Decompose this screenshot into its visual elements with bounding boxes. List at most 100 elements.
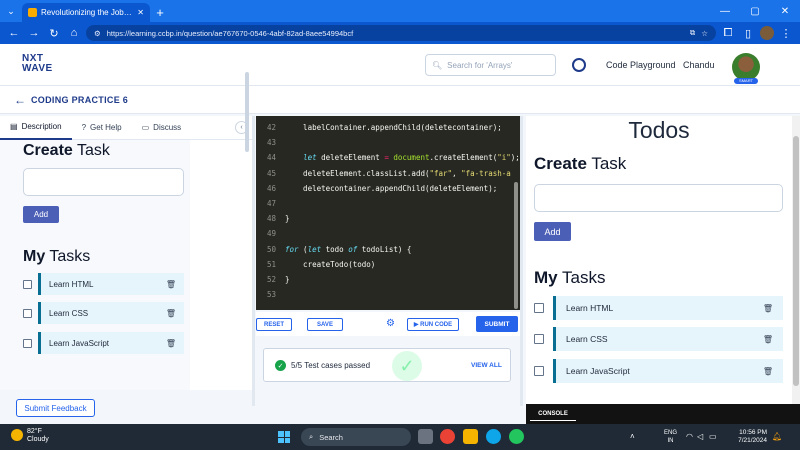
tab-search-icon[interactable]: ⌄: [0, 0, 22, 22]
task-checkbox[interactable]: [23, 338, 32, 348]
browser-menu-icon[interactable]: ⋮: [778, 25, 794, 41]
code-line[interactable]: 47: [256, 196, 285, 211]
clock[interactable]: 10:56 PM 7/21/2024: [725, 429, 767, 445]
taskbar-search[interactable]: ⌕ Search: [301, 428, 411, 446]
code-line[interactable]: 45 deleteElement.classList.add("far", "f…: [256, 166, 511, 181]
extensions-icon[interactable]: ⧠: [720, 25, 736, 41]
bookmark-star-icon[interactable]: ☆: [701, 29, 708, 38]
language-indicator[interactable]: ENG IN: [664, 429, 677, 445]
code-line[interactable]: 44 let deleteElement = document.createEl…: [256, 150, 520, 165]
minimize-icon[interactable]: —: [710, 0, 740, 22]
browser-tab[interactable]: Revolutionizing the Job Market ✕: [22, 3, 150, 22]
user-name[interactable]: Chandu: [683, 60, 715, 70]
home-icon[interactable]: ⌂: [66, 25, 82, 41]
favicon-icon: [28, 8, 37, 17]
weather-widget[interactable]: 82°F Cloudy: [27, 428, 49, 444]
new-tab-button[interactable]: +: [150, 3, 170, 22]
code-text: for (let todo of todoList) {: [285, 244, 412, 254]
forward-arrow-icon[interactable]: →: [26, 25, 42, 41]
edge-icon[interactable]: [486, 429, 501, 444]
submit-button[interactable]: SUBMIT: [476, 316, 518, 332]
view-all-link[interactable]: VIEW ALL: [471, 362, 502, 369]
todo-input[interactable]: [23, 168, 184, 196]
close-window-icon[interactable]: ✕: [770, 0, 800, 22]
add-button[interactable]: Add: [23, 206, 59, 223]
profile-avatar[interactable]: [760, 26, 774, 40]
trash-icon[interactable]: 🗑︎: [166, 280, 176, 289]
submit-feedback-button[interactable]: Submit Feedback: [16, 399, 95, 417]
trash-icon[interactable]: 🗑︎: [763, 335, 773, 344]
sidebar-icon[interactable]: ▯: [740, 25, 756, 41]
reset-button[interactable]: RESET: [256, 318, 292, 331]
code-line[interactable]: 50 for (let todo of todoList) {: [256, 242, 411, 257]
chrome-icon[interactable]: [440, 429, 455, 444]
tab-description[interactable]: ▤ Description: [0, 116, 72, 140]
streak-icon[interactable]: [572, 58, 586, 72]
left-scrollbar[interactable]: [245, 72, 249, 152]
code-line[interactable]: 49: [256, 226, 285, 241]
tab-discuss[interactable]: ▭ Discuss: [132, 116, 192, 140]
task-checkbox[interactable]: [534, 334, 544, 344]
code-line[interactable]: 42 labelContainer.appendChild(deletecont…: [256, 120, 502, 135]
trash-icon[interactable]: 🗑︎: [166, 339, 176, 348]
code-line[interactable]: 43: [256, 135, 285, 150]
trash-icon[interactable]: 🗑︎: [763, 304, 773, 313]
task-label: Learn JavaScript: [566, 366, 630, 376]
heading-bold: Create: [23, 142, 73, 159]
tab-get-help[interactable]: ? Get Help: [72, 116, 132, 140]
code-line[interactable]: 53: [256, 287, 285, 302]
close-tab-icon[interactable]: ✕: [137, 8, 144, 17]
panel-divider[interactable]: [520, 116, 523, 406]
task-view-icon[interactable]: [418, 429, 433, 444]
success-check-icon: ✓: [392, 351, 422, 381]
clock-date: 7/21/2024: [738, 437, 767, 444]
url-field[interactable]: ⚙ https://learning.ccbp.in/question/ae76…: [86, 25, 716, 41]
file-explorer-icon[interactable]: [463, 429, 478, 444]
code-line[interactable]: 48}: [256, 211, 290, 226]
search-input[interactable]: 🔍︎ Search for 'Arrays': [425, 54, 556, 76]
add-button[interactable]: Add: [534, 222, 571, 241]
volume-icon[interactable]: ◁: [697, 432, 703, 441]
chevron-up-icon[interactable]: ˄: [630, 432, 635, 441]
gear-icon[interactable]: ⚙: [386, 318, 395, 329]
battery-icon[interactable]: ▭: [709, 432, 717, 441]
code-line[interactable]: 51 createTodo(todo): [256, 257, 375, 272]
line-number: 48: [266, 214, 276, 224]
nxtwave-logo[interactable]: NXT WAVE: [22, 54, 66, 74]
line-number: 49: [266, 229, 276, 239]
code-editor[interactable]: 42 labelContainer.appendChild(deletecont…: [256, 116, 520, 310]
code-line[interactable]: 52}: [256, 272, 290, 287]
back-arrow-icon[interactable]: ←: [6, 25, 22, 41]
site-info-icon[interactable]: ⚙: [94, 29, 101, 38]
run-code-button[interactable]: ▶ RUN CODE: [407, 318, 459, 331]
panel-divider[interactable]: [252, 116, 255, 406]
code-line[interactable]: 46 deletecontainer.appendChild(deleteEle…: [256, 181, 497, 196]
windows-start-icon[interactable]: [278, 431, 290, 443]
task-checkbox[interactable]: [23, 308, 32, 318]
weather-icon[interactable]: [11, 429, 23, 441]
browser-tab-bar: ⌄ Revolutionizing the Job Market ✕ + — ▢…: [0, 0, 800, 22]
reload-icon[interactable]: ↻: [46, 25, 62, 41]
list-item: Learn CSS 🗑︎: [534, 327, 783, 351]
task-checkbox[interactable]: [23, 279, 32, 289]
editor-scrollbar[interactable]: [514, 182, 518, 309]
back-arrow-icon[interactable]: ←: [14, 93, 26, 107]
wifi-icon[interactable]: ◠: [686, 432, 693, 441]
task-checkbox[interactable]: [534, 366, 544, 376]
task-label: Learn CSS: [49, 308, 89, 318]
code-playground-link[interactable]: Code Playground: [606, 60, 676, 70]
console-tab[interactable]: CONSOLE: [530, 407, 576, 421]
task-checkbox[interactable]: [534, 303, 544, 313]
save-button[interactable]: SAVE: [307, 318, 343, 331]
preview-scrollbar[interactable]: [793, 136, 799, 386]
search-icon: 🔍︎: [432, 60, 443, 70]
trash-icon[interactable]: 🗑︎: [763, 367, 773, 376]
whatsapp-icon[interactable]: [509, 429, 524, 444]
chat-icon: ▭: [141, 123, 150, 132]
maximize-icon[interactable]: ▢: [740, 0, 770, 22]
user-avatar[interactable]: [732, 53, 760, 81]
trash-icon[interactable]: 🗑︎: [166, 309, 176, 318]
install-icon[interactable]: ⧉: [690, 28, 695, 38]
notification-bell-icon[interactable]: 🔔︎: [772, 432, 782, 441]
todo-input[interactable]: [534, 184, 783, 212]
